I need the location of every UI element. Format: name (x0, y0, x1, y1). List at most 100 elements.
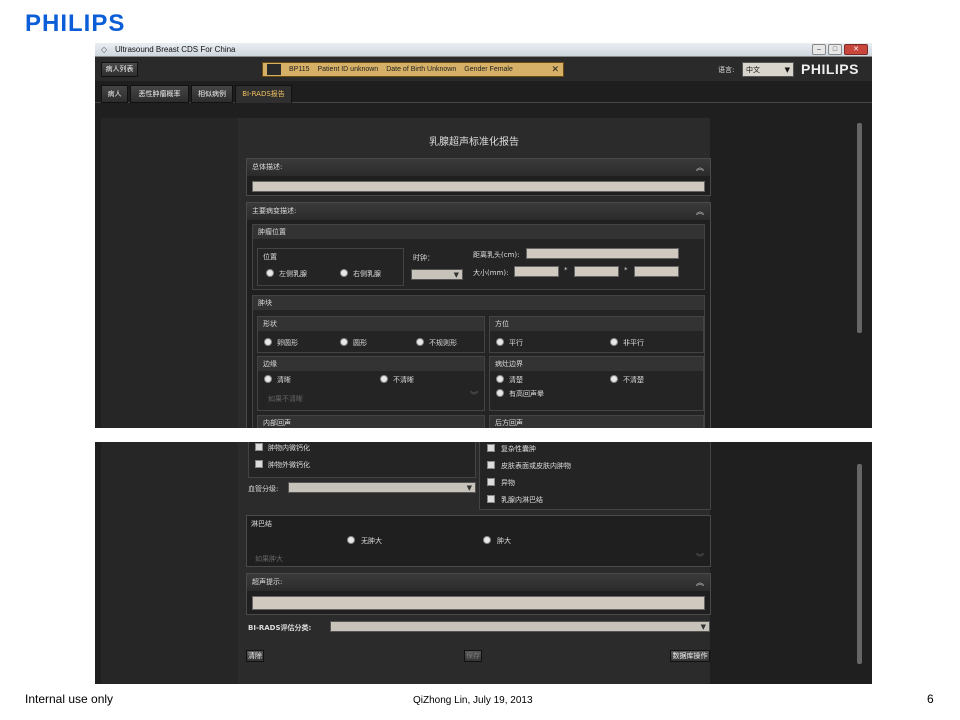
general-description-section: 总体描述: ︽ (246, 158, 711, 196)
main-lesion-header[interactable]: 主要病变描述: ︽ (247, 203, 710, 220)
orientation-parallel-label: 平行 (509, 339, 523, 347)
foreign-body-checkbox[interactable] (487, 478, 495, 486)
scrollbar[interactable] (857, 464, 862, 664)
database-operations-button[interactable]: 数据库操作 (670, 650, 710, 662)
margin-label: 边缘 (258, 357, 484, 371)
close-patient-icon[interactable]: ✕ (551, 64, 559, 75)
shape-irregular-label: 不规则形 (429, 339, 457, 347)
boundary-halo-radio[interactable] (496, 389, 504, 397)
content-area: 乳腺超声标准化报告 总体描述: ︽ 主要病变描述: ︽ 肿瘤位置 位置 左侧乳腺 右… (95, 118, 872, 428)
lymph-detail-placeholder[interactable]: 如果肿大 (255, 554, 283, 564)
orientation-nonparallel-label: 非平行 (623, 339, 644, 347)
birads-label: BI-RADS评估分类: (248, 624, 312, 632)
tumor-location-label: 肿瘤位置 (253, 225, 704, 239)
lymph-in-breast-checkbox[interactable] (487, 495, 495, 503)
window-brand-logo: PHILIPS (801, 61, 859, 77)
skin-mass-label: 皮肤表面或皮肤内肿物 (501, 462, 571, 470)
size-field-1[interactable] (514, 266, 559, 277)
boundary-halo-label: 有高回声晕 (509, 390, 544, 398)
patient-list-button[interactable]: 病人列表 (101, 62, 138, 77)
collapse-icon[interactable]: ︽ (696, 203, 704, 220)
lymph-node-label: 淋巴结 (251, 520, 272, 528)
scrollbar[interactable] (857, 123, 862, 333)
tab-malignancy-probability[interactable]: 恶性肿瘤概率 (130, 85, 189, 103)
patient-id: Patient ID unknown (317, 66, 379, 73)
save-button[interactable]: 保存 (464, 650, 482, 662)
clock-select[interactable]: ▼ (411, 269, 463, 280)
close-window-button[interactable]: ✕ (844, 44, 868, 55)
boundary-unclear-label: 不清楚 (623, 376, 644, 384)
lymph-not-enlarged-radio[interactable] (347, 536, 355, 544)
app-icon: ◇ (101, 44, 108, 54)
complex-cyst-checkbox[interactable] (487, 444, 495, 452)
mass-label: 肿块 (253, 296, 704, 310)
vascular-grade-label: 血管分级: (248, 485, 279, 493)
language-value: 中文 (746, 66, 760, 74)
maximize-button[interactable]: □ (828, 44, 842, 55)
tab-bar: 病人 恶性肿瘤概率 相似病例 BI-RADS报告 (95, 81, 872, 103)
shape-oval-radio[interactable] (264, 338, 272, 346)
position-label: 位置 (263, 253, 277, 261)
chevron-down-icon: ▼ (700, 623, 706, 631)
margin-clear-radio[interactable] (264, 375, 272, 383)
collapse-icon[interactable]: ︽ (696, 574, 704, 591)
chevron-down-icon: ▼ (466, 484, 472, 492)
calc-in-mass-label: 肿物内微钙化 (268, 444, 310, 452)
boundary-clear-radio[interactable] (496, 375, 504, 383)
calc-out-mass-label: 肿物外微钙化 (268, 461, 310, 469)
internal-echo-label: 内部回声 (258, 416, 484, 428)
posterior-echo-group: 后方回声 (489, 415, 704, 428)
size-separator: * (624, 266, 628, 274)
boundary-group: 病灶边界 清楚 不清楚 有高回声晕 (489, 356, 704, 411)
calcification-group: 肿物内微钙化 肿物外微钙化 (248, 442, 476, 478)
margin-detail-placeholder[interactable]: 如果不清晰 (268, 394, 303, 404)
left-breast-radio[interactable] (266, 269, 274, 277)
shape-irregular-radio[interactable] (416, 338, 424, 346)
lymph-node-section: 淋巴结 无肿大 肿大 如果肿大 ︾ (246, 515, 711, 567)
orientation-parallel-radio[interactable] (496, 338, 504, 346)
birads-select[interactable]: ▼ (330, 621, 710, 632)
left-pane (101, 118, 238, 428)
patient-dob: Date of Birth Unknown (386, 66, 457, 73)
footer-author-date: QiZhong Lin, July 19, 2013 (413, 695, 533, 706)
vascular-grade-select[interactable]: ▼ (288, 482, 476, 493)
shape-oval-label: 卵圆形 (277, 339, 298, 347)
ultrasound-hint-field[interactable] (252, 596, 705, 610)
skin-mass-checkbox[interactable] (487, 461, 495, 469)
orientation-group: 方位 平行 非平行 (489, 316, 704, 353)
expand-icon[interactable]: ︾ (696, 552, 704, 563)
nipple-distance-field[interactable] (526, 248, 679, 259)
philips-slide-logo: PHILIPS (25, 10, 126, 37)
boundary-clear-label: 清楚 (509, 376, 523, 384)
patient-gender: Gender Female (464, 66, 513, 73)
size-field-2[interactable] (574, 266, 619, 277)
page-number: 6 (927, 692, 934, 706)
shape-label: 形状 (258, 317, 484, 331)
general-description-field[interactable] (252, 181, 705, 192)
margin-unclear-radio[interactable] (380, 375, 388, 383)
language-select[interactable]: 中文 ▼ (742, 62, 794, 77)
orientation-nonparallel-radio[interactable] (610, 338, 618, 346)
clear-button[interactable]: 清除 (246, 650, 264, 662)
calc-out-mass-checkbox[interactable] (255, 460, 263, 468)
boundary-unclear-radio[interactable] (610, 375, 618, 383)
minimize-button[interactable]: – (812, 44, 826, 55)
chevron-down-icon: ▼ (784, 66, 790, 74)
complex-cyst-label: 复杂性囊肿 (501, 445, 536, 453)
tab-patient[interactable]: 病人 (101, 85, 128, 103)
lymph-enlarged-radio[interactable] (483, 536, 491, 544)
tab-similar-cases[interactable]: 相似病例 (191, 85, 233, 103)
tumor-location-group: 肿瘤位置 位置 左侧乳腺 右侧乳腺 时钟： ▼ 距离乳头(cm): 大小(mm)… (252, 224, 705, 290)
size-field-3[interactable] (634, 266, 679, 277)
tab-birads-report[interactable]: BI-RADS报告 (235, 85, 292, 103)
shape-round-radio[interactable] (340, 338, 348, 346)
lymph-not-enlarged-label: 无肿大 (361, 537, 382, 545)
ultrasound-hint-header[interactable]: 超声提示: ︽ (247, 574, 710, 591)
special-cases-group: 复杂性囊肿 皮肤表面或皮肤内肿物 异物 乳腺内淋巴结 (479, 442, 711, 510)
collapse-icon[interactable]: ︽ (696, 159, 704, 176)
expand-icon[interactable]: ︾ (470, 390, 478, 401)
general-description-header[interactable]: 总体描述: ︽ (247, 159, 710, 176)
calc-in-mass-checkbox[interactable] (255, 443, 263, 451)
right-breast-radio[interactable] (340, 269, 348, 277)
boundary-label: 病灶边界 (490, 357, 703, 371)
